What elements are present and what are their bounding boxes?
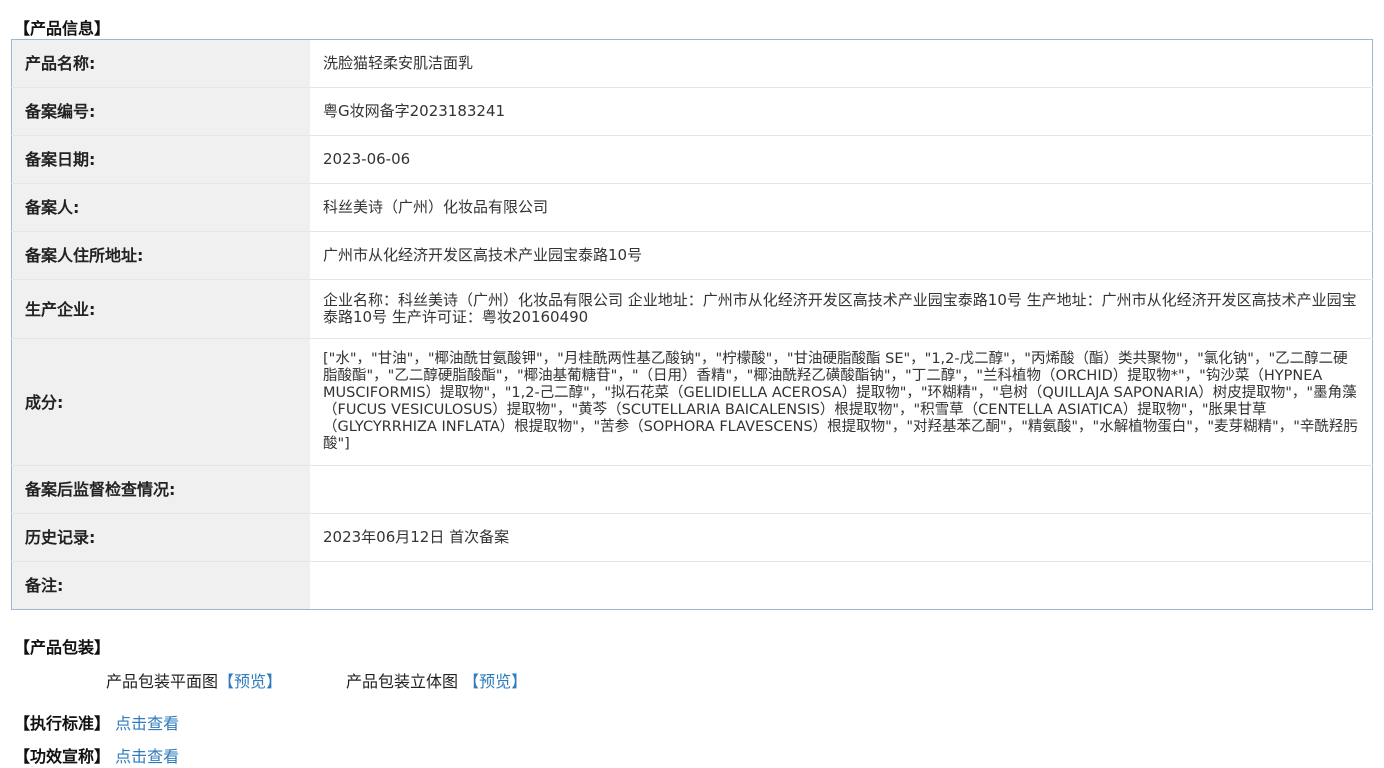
remarks-value: [310, 562, 1373, 610]
table-row: 备案日期: 2023-06-06: [11, 135, 1373, 184]
product-info-title: 【产品信息】: [14, 19, 111, 38]
packaging-flat: 产品包装平面图【预览】: [106, 671, 282, 693]
product-info-table: 产品名称: 洗脸猫轻柔安肌洁面乳 备案编号: 粤G妆网备字2023183241 …: [11, 39, 1373, 610]
record-number-value: 粤G妆网备字2023183241: [310, 87, 1373, 136]
packaging-stereo-label: 产品包装立体图: [346, 672, 464, 691]
ingredients-value: ["水"，"甘油"，"椰油酰甘氨酸钾"，"月桂酰两性基乙酸钠"，"柠檬酸"，"甘…: [310, 338, 1373, 466]
table-row: 备案人: 科丝美诗（广州）化妆品有限公司: [11, 183, 1373, 232]
packaging-flat-preview-link[interactable]: 【预览】: [218, 672, 282, 691]
manufacturer-value: 企业名称：科丝美诗（广州）化妆品有限公司 企业地址：广州市从化经济开发区高技术产…: [310, 279, 1373, 339]
table-row: 产品名称: 洗脸猫轻柔安肌洁面乳: [11, 39, 1373, 88]
registrant-value: 科丝美诗（广州）化妆品有限公司: [310, 183, 1373, 232]
standard-view-link[interactable]: 点击查看: [115, 714, 179, 733]
table-row: 备案人住所地址: 广州市从化经济开发区高技术产业园宝泰路10号: [11, 231, 1373, 280]
product-name-label: 产品名称:: [11, 39, 310, 88]
product-name-value: 洗脸猫轻柔安肌洁面乳: [310, 39, 1373, 88]
registrant-address-value: 广州市从化经济开发区高技术产业园宝泰路10号: [310, 231, 1373, 280]
ingredients-label: 成分:: [11, 338, 310, 466]
table-row: 成分: ["水"，"甘油"，"椰油酰甘氨酸钾"，"月桂酰两性基乙酸钠"，"柠檬酸…: [11, 338, 1373, 466]
standard-row: 【执行标准】 点击查看: [14, 713, 179, 735]
table-row: 备案后监督检查情况:: [11, 465, 1373, 514]
record-date-label: 备案日期:: [11, 135, 310, 184]
table-row: 备案编号: 粤G妆网备字2023183241: [11, 87, 1373, 136]
standard-label: 【执行标准】: [14, 714, 111, 733]
packaging-stereo-preview-link[interactable]: 【预览】: [463, 672, 527, 691]
efficacy-row: 【功效宣称】 点击查看: [14, 746, 179, 768]
efficacy-label: 【功效宣称】: [14, 747, 111, 766]
packaging-flat-label: 产品包装平面图: [106, 672, 219, 691]
record-date-value: 2023-06-06: [310, 135, 1373, 184]
efficacy-view-link[interactable]: 点击查看: [115, 747, 179, 766]
history-value: 2023年06月12日 首次备案: [310, 513, 1373, 562]
packaging-stereo: 产品包装立体图 【预览】: [346, 671, 527, 693]
packaging-title: 【产品包装】: [14, 638, 111, 657]
supervision-label: 备案后监督检查情况:: [11, 465, 310, 514]
remarks-label: 备注:: [11, 561, 310, 610]
registrant-label: 备案人:: [11, 183, 310, 232]
table-row: 生产企业: 企业名称：科丝美诗（广州）化妆品有限公司 企业地址：广州市从化经济开…: [11, 279, 1373, 339]
registrant-address-label: 备案人住所地址:: [11, 231, 310, 280]
manufacturer-label: 生产企业:: [11, 279, 310, 339]
record-number-label: 备案编号:: [11, 87, 310, 136]
table-row: 历史记录: 2023年06月12日 首次备案: [11, 513, 1373, 562]
supervision-value: [310, 465, 1373, 514]
table-row: 备注:: [11, 561, 1373, 610]
history-label: 历史记录:: [11, 513, 310, 562]
